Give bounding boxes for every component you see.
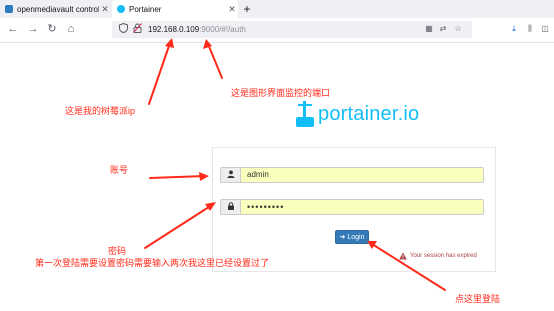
arrow-to-port — [207, 43, 223, 79]
annotation-account: 账号 — [110, 165, 129, 175]
arrow-to-username — [149, 175, 206, 179]
arrow-to-ip — [148, 42, 171, 105]
annotation-click-login: 点这里登陆 — [455, 294, 501, 304]
annotation-pi-ip: 这是我的树莓派ip — [65, 106, 136, 116]
arrow-to-password — [144, 204, 213, 249]
annotation-first-login: 第一次登陆需要设置密码需要输入两次我这里已经设置过了 — [35, 258, 270, 268]
annotation-port: 这是图形界面监控的端口 — [231, 88, 331, 98]
arrow-to-login — [371, 243, 446, 291]
